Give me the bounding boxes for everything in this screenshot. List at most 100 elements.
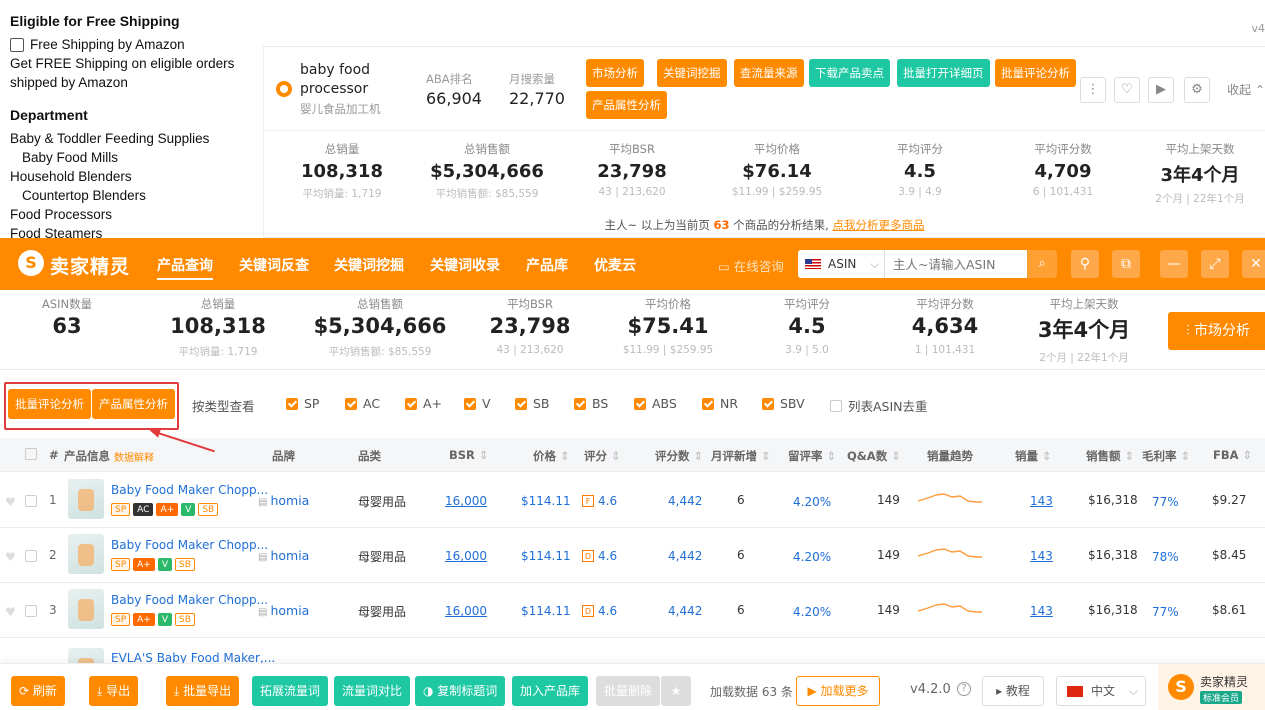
sales-trend-sparkline[interactable] <box>918 487 982 507</box>
search-button[interactable]: ⌕ <box>1027 250 1057 278</box>
brand-link[interactable]: homia <box>258 493 309 508</box>
settings-sliders-icon[interactable]: ⧉ <box>1112 250 1140 278</box>
row-checkbox[interactable] <box>25 550 37 562</box>
sales-link[interactable]: 143 <box>1030 494 1053 508</box>
sales-link[interactable]: 143 <box>1030 549 1053 563</box>
sales-trend-sparkline[interactable] <box>918 597 982 617</box>
department-link[interactable]: Household Blenders <box>10 167 252 186</box>
close-icon[interactable]: ✕ <box>1242 250 1265 278</box>
market-analysis-button[interactable]: 市场分析 <box>586 59 644 87</box>
download-selling-points-button[interactable]: 下载产品卖点 <box>809 59 890 87</box>
filter-aplus[interactable]: A+ <box>405 396 442 411</box>
department-link[interactable]: Baby & Toddler Feeding Supplies <box>10 129 252 148</box>
heart-icon[interactable]: ♡ <box>1114 77 1140 103</box>
expand-icon[interactable]: ⤢ <box>1201 250 1229 278</box>
nav-keyword-mining[interactable]: 关键词挖掘 <box>334 255 404 275</box>
add-to-library-button[interactable]: 加入产品库 <box>512 676 589 706</box>
sales-trend-sparkline[interactable] <box>918 542 982 562</box>
data-explain-link[interactable]: 数据解释 <box>114 449 154 464</box>
checkbox-icon[interactable] <box>10 37 24 52</box>
col-qa[interactable]: Q&A数 ⇕ <box>847 448 901 464</box>
select-all-checkbox[interactable] <box>25 448 37 460</box>
load-more-button[interactable]: ▶ 加载更多 <box>796 676 880 706</box>
asin-type-select[interactable]: ASIN ⌵ <box>798 250 884 278</box>
col-review-rate[interactable]: 留评率 ⇕ <box>788 448 836 464</box>
language-select[interactable]: 中文 ⌵ <box>1056 676 1146 706</box>
expand-traffic-button[interactable]: 拓展流量词 <box>252 676 329 706</box>
product-thumbnail[interactable] <box>68 534 104 574</box>
filter-dedupe[interactable]: 列表ASIN去重 <box>830 396 928 415</box>
attribute-analysis-button[interactable]: 产品属性分析 <box>586 91 667 119</box>
row-checkbox[interactable] <box>25 605 37 617</box>
more-icon[interactable]: ⋮ <box>1080 77 1106 103</box>
bsr-link[interactable]: 16,000 <box>445 549 487 563</box>
col-new-reviews[interactable]: 月评新增 ⇕ <box>711 448 771 464</box>
table-row[interactable]: ♥ 2 Baby Food Maker Chopp... SP A+ V SB … <box>0 528 1265 583</box>
nav-keyword-index[interactable]: 关键词收录 <box>430 255 500 275</box>
batch-review-analysis-button[interactable]: 批量评论分析 <box>8 389 91 419</box>
row-checkbox[interactable] <box>25 495 37 507</box>
favorite-heart-icon[interactable]: ♥ <box>5 495 16 509</box>
batch-delete-button[interactable]: 批量删除 <box>596 676 661 706</box>
col-review-count[interactable]: 评分数 ⇕ <box>655 448 703 464</box>
filter-sp[interactable]: SP <box>286 396 319 411</box>
nav-reverse-keyword[interactable]: 关键词反查 <box>239 255 309 275</box>
product-thumbnail[interactable] <box>68 479 104 519</box>
bsr-link[interactable]: 16,000 <box>445 494 487 508</box>
attribute-analysis-button[interactable]: 产品属性分析 <box>92 389 175 419</box>
product-title-link[interactable]: Baby Food Maker Chopp... <box>111 483 268 497</box>
sales-link[interactable]: 143 <box>1030 604 1053 618</box>
free-shipping-checkbox[interactable]: Free Shipping by Amazon <box>10 35 252 54</box>
online-consult-link[interactable]: ▭ 在线咨询 <box>718 256 784 275</box>
traffic-source-button[interactable]: 查流量来源 <box>734 59 804 87</box>
favorite-heart-icon[interactable]: ♥ <box>5 605 16 619</box>
col-bsr[interactable]: BSR ⇕ <box>449 448 489 462</box>
asin-search-input[interactable] <box>884 250 1027 278</box>
tutorial-button[interactable]: ▸ 教程 <box>982 676 1044 706</box>
batch-review-analysis-button[interactable]: 批量评论分析 <box>995 59 1076 87</box>
traffic-compare-button[interactable]: 流量词对比 <box>334 676 411 706</box>
video-icon[interactable]: ▶ <box>1148 77 1174 103</box>
help-icon[interactable]: ? <box>957 682 971 696</box>
market-analysis-side-button[interactable]: ⫶ 市场分析 <box>1168 312 1265 350</box>
export-button[interactable]: ⤓ 导出 <box>89 676 139 706</box>
batch-export-button[interactable]: ⤓ 批量导出 <box>166 676 240 706</box>
table-row[interactable]: ♥ 3 Baby Food Maker Chopp... SP A+ V SB … <box>0 583 1265 638</box>
col-revenue[interactable]: 销售额 ⇕ <box>1086 448 1134 464</box>
product-thumbnail[interactable] <box>68 589 104 629</box>
filter-sbv[interactable]: SBV <box>762 396 805 411</box>
filter-icon[interactable]: ⚲ <box>1071 250 1099 278</box>
brand-link[interactable]: homia <box>258 603 309 618</box>
brand-link[interactable]: homia <box>258 548 309 563</box>
nav-product-query[interactable]: 产品查询 <box>157 255 213 280</box>
filter-ac[interactable]: AC <box>345 396 380 411</box>
col-sales[interactable]: 销量 ⇕ <box>1015 448 1052 464</box>
filter-sb[interactable]: SB <box>515 396 550 411</box>
bsr-link[interactable]: 16,000 <box>445 604 487 618</box>
col-fba[interactable]: FBA ⇕ <box>1213 448 1252 462</box>
col-rating[interactable]: 评分 ⇕ <box>584 448 621 464</box>
collapse-button[interactable]: 收起 ⌃ <box>1227 81 1265 98</box>
department-link[interactable]: Baby Food Mills <box>10 148 252 167</box>
department-link[interactable]: Countertop Blenders <box>10 186 252 205</box>
filter-bs[interactable]: BS <box>574 396 608 411</box>
filter-nr[interactable]: NR <box>702 396 738 411</box>
refresh-button[interactable]: ⟳ 刷新 <box>11 676 65 706</box>
analyze-more-link[interactable]: 点我分析更多商品 <box>832 218 924 232</box>
filter-v[interactable]: V <box>464 396 491 411</box>
nav-youmaiyun[interactable]: 优麦云 <box>594 255 636 275</box>
product-title-link[interactable]: Baby Food Maker Chopp... <box>111 593 268 607</box>
copy-title-button[interactable]: ◑ 复制标题词 <box>415 676 506 706</box>
star-icon[interactable]: ★ <box>661 676 691 706</box>
table-row[interactable]: ♥ 1 Baby Food Maker Chopp... SP AC A+ V … <box>0 473 1265 528</box>
department-link[interactable]: Food Processors <box>10 205 252 224</box>
col-margin[interactable]: 毛利率 ⇕ <box>1142 448 1190 464</box>
keyword-mining-button[interactable]: 关键词挖掘 <box>657 59 727 87</box>
col-price[interactable]: 价格 ⇕ <box>533 448 570 464</box>
minimize-icon[interactable]: — <box>1160 250 1188 278</box>
nav-product-library[interactable]: 产品库 <box>526 255 568 275</box>
product-title-link[interactable]: Baby Food Maker Chopp... <box>111 538 268 552</box>
batch-open-details-button[interactable]: 批量打开详细页 <box>897 59 990 87</box>
favorite-heart-icon[interactable]: ♥ <box>5 550 16 564</box>
filter-abs[interactable]: ABS <box>634 396 677 411</box>
